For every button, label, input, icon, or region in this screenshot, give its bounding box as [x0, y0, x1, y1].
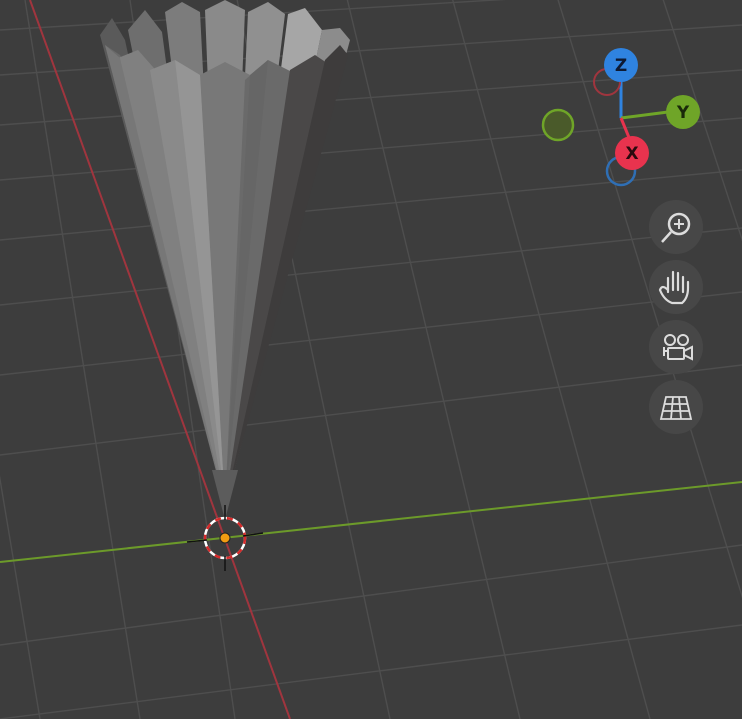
- zoom-button[interactable]: [649, 200, 703, 254]
- viewport-canvas[interactable]: Z Y X: [0, 0, 742, 719]
- gizmo-z-label: Z: [615, 56, 627, 76]
- object-origin: [219, 532, 231, 544]
- gizmo-x-label: X: [625, 144, 638, 164]
- pan-button[interactable]: [649, 260, 703, 314]
- mesh-object[interactable]: [100, 0, 350, 520]
- 3d-viewport[interactable]: Z Y X: [0, 0, 742, 719]
- gizmo-neg-y[interactable]: [541, 108, 575, 142]
- navigation-gizmo[interactable]: Z Y X: [541, 48, 700, 187]
- camera-view-button[interactable]: [649, 320, 703, 374]
- perspective-toggle-button[interactable]: [649, 380, 703, 434]
- floor-grid: [0, 0, 742, 719]
- gizmo-y-label: Y: [676, 103, 690, 123]
- y-axis-line: [0, 481, 742, 563]
